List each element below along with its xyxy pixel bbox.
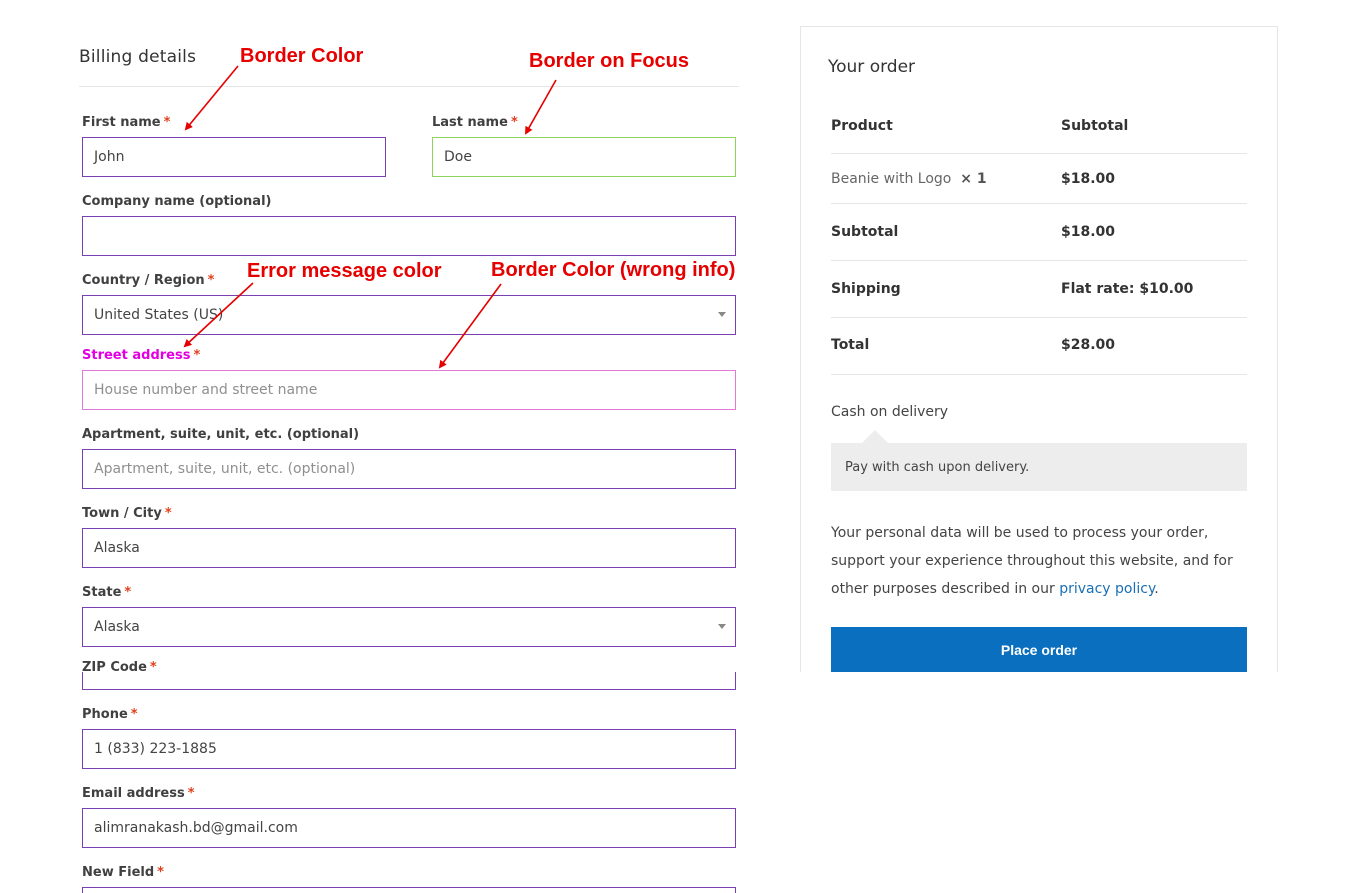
shipping-label: Shipping: [831, 281, 901, 297]
order-item-price: $18.00: [1061, 171, 1116, 187]
total-label: Total: [831, 337, 870, 353]
order-row-divider: [831, 317, 1247, 318]
order-title: Your order: [828, 57, 916, 77]
shipping-value: Flat rate: $10.00: [1061, 281, 1194, 297]
subtotal-label: Subtotal: [831, 224, 899, 240]
subtotal-value: $18.00: [1061, 224, 1116, 240]
order-col-subtotal: Subtotal: [1061, 118, 1129, 134]
payment-description: Pay with cash upon delivery.: [831, 443, 1247, 491]
order-col-product: Product: [831, 118, 893, 134]
arrow-border-on-focus: [525, 79, 557, 135]
payment-box-notch: [862, 430, 888, 443]
order-item-name: Beanie with Logo: [831, 171, 952, 187]
arrow-border-color-wrong: [438, 283, 502, 369]
order-item-qty: × 1: [960, 171, 987, 187]
arrow-border-color: [184, 65, 239, 131]
payment-method-cod[interactable]: Cash on delivery: [831, 404, 948, 420]
arrow-error-message-color: [183, 282, 254, 348]
order-item-row: Beanie with Logo × 1: [831, 171, 987, 187]
order-row-divider: [831, 153, 1247, 154]
total-value: $28.00: [1061, 337, 1116, 353]
order-row-divider: [831, 374, 1247, 375]
privacy-notice: Your personal data will be used to proce…: [831, 525, 1233, 597]
order-row-divider: [831, 203, 1247, 204]
privacy-policy-link[interactable]: privacy policy: [1059, 581, 1154, 597]
order-row-divider: [831, 260, 1247, 261]
place-order-button[interactable]: Place order: [831, 627, 1247, 672]
